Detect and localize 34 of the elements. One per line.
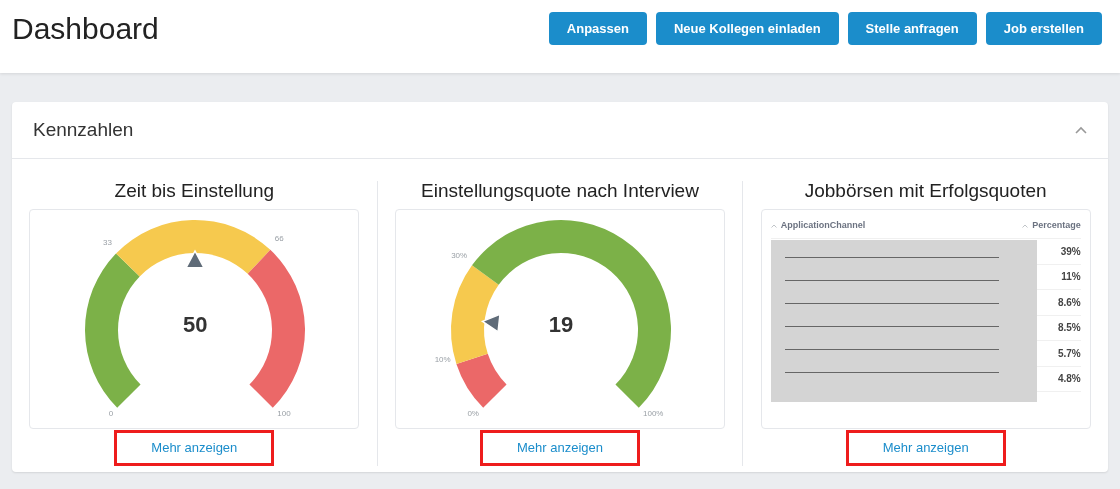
header-button[interactable]: Anpassen [548, 12, 647, 45]
show-more-link[interactable]: Mehr anzeigen [480, 430, 640, 466]
page-title: Dashboard [12, 14, 159, 44]
chevron-up-icon[interactable] [1075, 126, 1087, 134]
gauge-needle-icon [185, 249, 206, 269]
gauge-tick-label: 30% [451, 251, 468, 260]
sort-icon [1022, 224, 1029, 228]
header-button[interactable]: Neue Kollegen einladen [655, 12, 839, 45]
table-cell-text: 4.8% [1057, 372, 1081, 387]
section-title: Kennzahlen [33, 117, 134, 142]
column-header[interactable]: Percentage [1022, 219, 1081, 233]
gauge-tick-label: 0 [107, 410, 114, 418]
header-button[interactable]: Stelle anfragen [847, 12, 977, 45]
sort-icon [770, 224, 777, 228]
show-more-link[interactable]: Mehr anzeigen [845, 430, 1006, 466]
table-cell-text: 11% [1061, 270, 1081, 285]
gauge-needle-icon [480, 313, 501, 334]
header-button[interactable]: Job erstellen [985, 12, 1102, 45]
gauge-tick-label: 100 [277, 410, 292, 418]
gauge-tick-label: 0% [466, 410, 479, 418]
table-cell-text: 8.6% [1057, 295, 1081, 310]
widget-title: Jobbörsen mit Erfolgsquoten [804, 181, 1047, 200]
gauge-tick-label: 33 [102, 239, 112, 248]
gauge-tick-label: 10% [434, 355, 451, 364]
table-cell-text: 39% [1060, 244, 1081, 259]
gauge-value: 50 [182, 314, 209, 336]
table-cell-text: 5.7% [1057, 346, 1081, 361]
show-more-link[interactable]: Mehr anzeigen [114, 430, 275, 466]
gauge-value: 19 [547, 314, 575, 336]
gauge-tick-label: 66 [274, 235, 285, 244]
widget-title: Zeit bis Einstellung [114, 181, 275, 200]
column-header[interactable]: ApplicationChannel [770, 219, 866, 233]
table-cell-text: 8.5% [1057, 321, 1081, 336]
widget-title: Einstellungsquote nach Interview [421, 181, 699, 200]
